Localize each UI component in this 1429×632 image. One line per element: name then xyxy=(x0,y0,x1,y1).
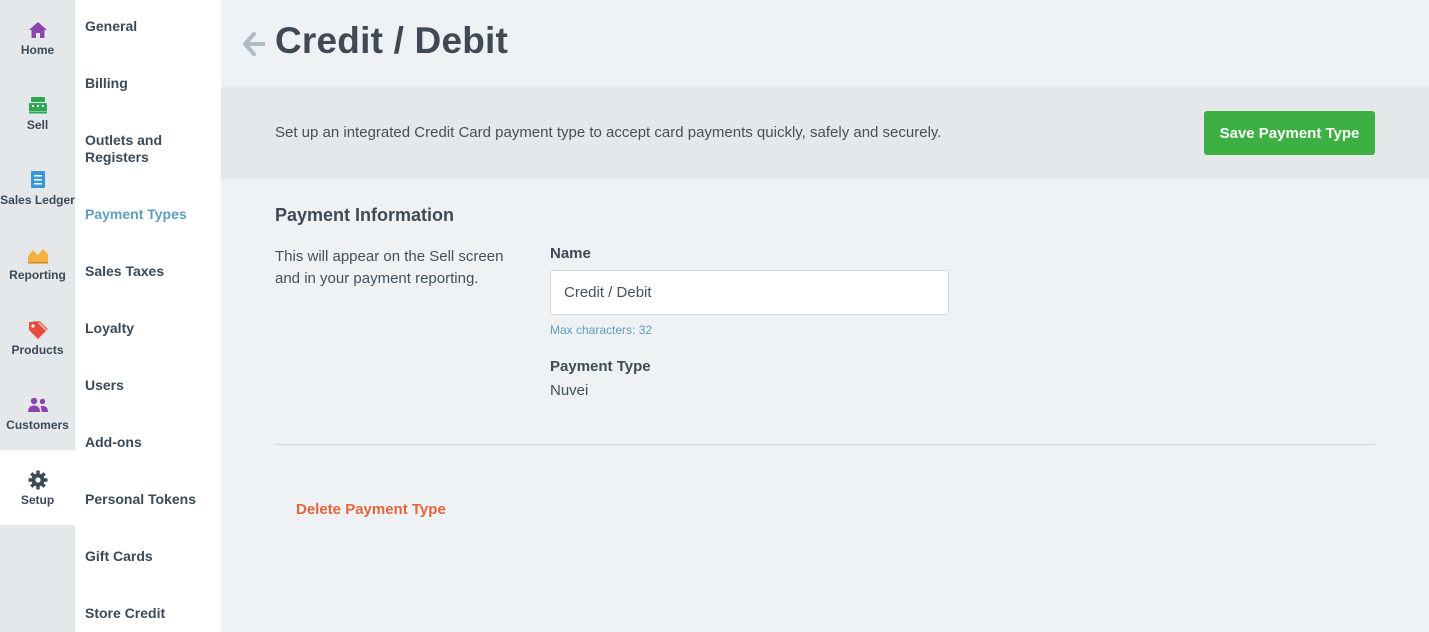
gear-icon xyxy=(27,469,49,491)
section-description: This will appear on the Sell screen and … xyxy=(275,248,504,287)
payment-type-label: Payment Type xyxy=(550,358,651,375)
page-title: Credit / Debit xyxy=(275,20,509,61)
submenu-item-general[interactable]: General xyxy=(85,18,215,35)
submenu-item-users[interactable]: Users xyxy=(85,377,215,394)
register-icon xyxy=(27,94,49,116)
nav-item-products[interactable]: Products xyxy=(0,300,75,375)
nav-item-setup[interactable]: Setup xyxy=(0,450,75,525)
nav-label: Customers xyxy=(6,417,69,432)
tag-icon xyxy=(27,319,49,341)
nav-item-sell[interactable]: Sell xyxy=(0,75,75,150)
nav-label: Sales Ledger xyxy=(0,192,75,207)
delete-payment-type-link[interactable]: Delete Payment Type xyxy=(296,501,446,518)
submenu-item-personal-tokens[interactable]: Personal Tokens xyxy=(85,491,215,508)
name-input[interactable] xyxy=(550,270,949,315)
divider xyxy=(275,444,1375,445)
name-hint: Max characters: 32 xyxy=(550,323,653,337)
save-payment-type-button[interactable]: Save Payment Type xyxy=(1204,111,1375,155)
nav-item-sales-ledger[interactable]: Sales Ledger xyxy=(0,150,75,225)
nav-label: Setup xyxy=(20,492,55,507)
nav-item-home[interactable]: Home xyxy=(0,0,75,75)
setup-submenu: General Billing Outlets and Registers Pa… xyxy=(75,0,221,632)
customers-icon xyxy=(27,394,49,416)
payment-type-value: Nuvei xyxy=(550,382,589,399)
submenu-item-payment-types[interactable]: Payment Types xyxy=(85,206,215,223)
submenu-item-sales-taxes[interactable]: Sales Taxes xyxy=(85,263,215,280)
nav-label: Home xyxy=(20,42,55,57)
submenu-item-loyalty[interactable]: Loyalty xyxy=(85,320,215,337)
main-content: Credit / Debit Set up an integrated Cred… xyxy=(221,0,1429,632)
home-icon xyxy=(27,19,49,41)
ledger-icon xyxy=(27,169,49,191)
submenu-item-store-credit[interactable]: Store Credit xyxy=(85,605,215,622)
submenu-item-billing[interactable]: Billing xyxy=(85,75,215,92)
banner-text: Set up an integrated Credit Card payment… xyxy=(275,124,942,141)
nav-label: Sell xyxy=(26,117,49,132)
info-banner: Set up an integrated Credit Card payment… xyxy=(221,87,1429,179)
submenu-item-outlets-and-registers[interactable]: Outlets and Registers xyxy=(85,132,215,166)
back-arrow-icon[interactable] xyxy=(243,31,266,57)
submenu-item-add-ons[interactable]: Add-ons xyxy=(85,434,215,451)
nav-item-reporting[interactable]: Reporting xyxy=(0,225,75,300)
nav-item-customers[interactable]: Customers xyxy=(0,375,75,450)
submenu-item-gift-cards[interactable]: Gift Cards xyxy=(85,548,215,565)
nav-label: Reporting xyxy=(9,267,66,282)
nav-label: Products xyxy=(11,342,64,357)
main-nav: Home Sell Sales Ledger Reporting Product… xyxy=(0,0,75,632)
section-title: Payment Information xyxy=(275,205,455,225)
chart-icon xyxy=(27,244,49,266)
name-label: Name xyxy=(550,245,591,262)
